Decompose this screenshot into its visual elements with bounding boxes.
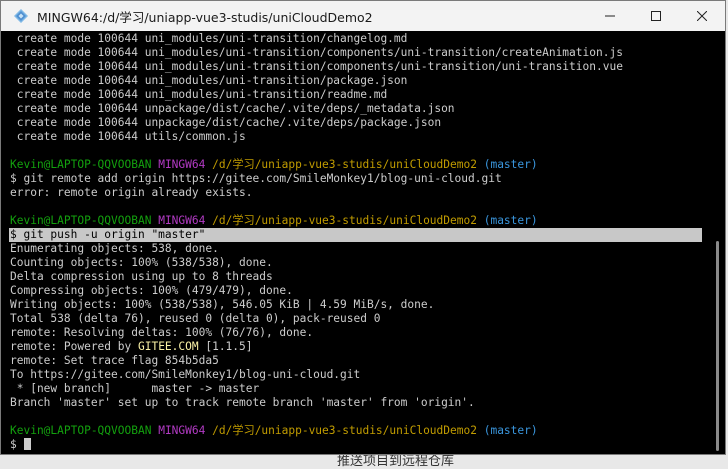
prompt-symbol: $ — [10, 438, 17, 451]
powered-prefix: remote: Powered by — [10, 340, 138, 353]
terminal-window: MINGW64:/d/学习/uniapp-vue3-studis/uniClou… — [0, 0, 726, 455]
powered-suffix: [1.1.5] — [198, 340, 253, 353]
input-line[interactable]: $ — [10, 438, 31, 452]
maximize-icon — [651, 11, 661, 21]
shell-prompt: Kevin@LAPTOP-QQVOOBAN MINGW64 /d/学习/unia… — [10, 424, 538, 438]
scrollbar[interactable] — [710, 31, 725, 454]
scrollbar-thumb[interactable] — [716, 241, 719, 451]
mingw-terminal-icon — [14, 9, 28, 23]
prompt-user: Kevin@LAPTOP-QQVOOBAN — [10, 424, 152, 437]
output-line: remote: Set trace flag 854b5da5 — [10, 354, 219, 367]
prompt-branch: (master) — [483, 214, 538, 227]
maximize-button[interactable] — [633, 1, 679, 31]
prompt-system: MINGW64 — [158, 214, 206, 227]
output-line: create mode 100644 uni_modules/uni-trans… — [10, 46, 623, 59]
prompt-path: /d/学习/uniapp-vue3-studis/uniCloudDemo2 — [212, 158, 477, 171]
output-line: create mode 100644 uni_modules/uni-trans… — [10, 32, 408, 45]
output-line: Delta compression using up to 8 threads — [10, 270, 273, 283]
output-line: create mode 100644 uni_modules/uni-trans… — [10, 60, 623, 73]
minimize-icon — [605, 15, 615, 17]
output-line: * [new branch] master -> master — [10, 382, 260, 395]
prompt-path: /d/学习/uniapp-vue3-studis/uniCloudDemo2 — [212, 214, 477, 227]
prompt-user: Kevin@LAPTOP-QQVOOBAN — [10, 158, 152, 171]
close-button[interactable] — [679, 1, 725, 31]
output-line: create mode 100644 unpackage/dist/cache/… — [10, 116, 442, 129]
output-line: Compressing objects: 100% (479/479), don… — [10, 284, 293, 297]
output-line: Writing objects: 100% (538/538), 546.05 … — [10, 298, 435, 311]
gitee-brand: GITEE.COM — [137, 340, 199, 353]
output-line: create mode 100644 unpackage/dist/cache/… — [10, 102, 455, 115]
output-line: create mode 100644 uni_modules/uni-trans… — [10, 74, 408, 87]
title-bar[interactable]: MINGW64:/d/学习/uniapp-vue3-studis/uniClou… — [1, 1, 725, 31]
minimize-button[interactable] — [587, 1, 633, 31]
prompt-branch: (master) — [483, 158, 538, 171]
selected-command-line[interactable]: $ git push -u origin "master" — [9, 228, 702, 242]
output-line: Counting objects: 100% (538/538), done. — [10, 256, 273, 269]
prompt-branch: (master) — [483, 424, 538, 437]
output-line: Branch 'master' set up to track remote b… — [10, 396, 475, 409]
terminal-output[interactable]: create mode 100644 uni_modules/uni-trans… — [1, 31, 711, 454]
prompt-path: /d/学习/uniapp-vue3-studis/uniCloudDemo2 — [212, 424, 477, 437]
text-cursor — [23, 438, 31, 450]
output-line: create mode 100644 utils/common.js — [10, 130, 246, 143]
prompt-user: Kevin@LAPTOP-QQVOOBAN — [10, 214, 152, 227]
output-line: Enumerating objects: 538, done. — [10, 242, 219, 255]
window-title: MINGW64:/d/学习/uniapp-vue3-studis/uniClou… — [37, 9, 373, 25]
close-icon — [697, 11, 707, 21]
shell-prompt: Kevin@LAPTOP-QQVOOBAN MINGW64 /d/学习/unia… — [10, 158, 538, 172]
error-line: error: remote origin already exists. — [10, 186, 253, 199]
prompt-system: MINGW64 — [158, 424, 206, 437]
window-controls — [587, 1, 725, 31]
output-line: Total 538 (delta 76), reused 0 (delta 0)… — [10, 312, 381, 325]
shell-prompt: Kevin@LAPTOP-QQVOOBAN MINGW64 /d/学习/unia… — [10, 214, 538, 228]
command-line: $ git remote add origin https://gitee.co… — [10, 172, 502, 185]
output-line: To https://gitee.com/SmileMonkey1/blog-u… — [10, 368, 361, 381]
prompt-system: MINGW64 — [158, 158, 206, 171]
output-line: create mode 100644 uni_modules/uni-trans… — [10, 88, 388, 101]
output-line: remote: Powered by GITEE.COM [1.1.5] — [10, 340, 253, 354]
output-line: remote: Resolving deltas: 100% (76/76), … — [10, 326, 314, 339]
